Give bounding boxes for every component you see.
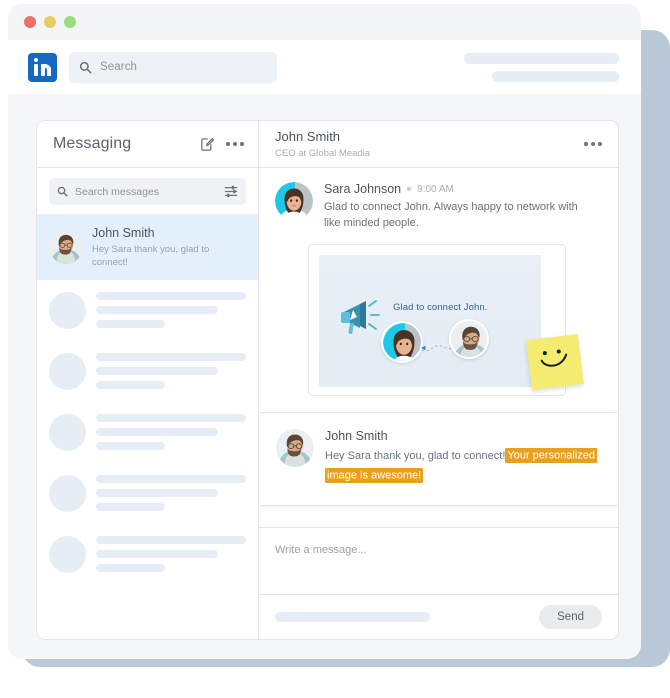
search-messages-placeholder: Search messages bbox=[75, 185, 160, 198]
conversation-snippet: Hey Sara thank you, glad to connect! bbox=[92, 244, 210, 268]
john-smith-avatar bbox=[449, 318, 489, 359]
navbar-placeholder-bar bbox=[492, 70, 619, 82]
message-text: Glad to connect John. Always happy to ne… bbox=[324, 201, 578, 229]
message-sender-name: John Smith bbox=[325, 428, 388, 443]
composer-placeholder-bar bbox=[275, 612, 430, 622]
browser-titlebar bbox=[8, 4, 641, 40]
message-meta: Sara Johnson 9:00 AM bbox=[324, 182, 602, 196]
list-item[interactable] bbox=[49, 291, 246, 329]
conversation-skeleton-list bbox=[37, 280, 258, 639]
john-smith-avatar bbox=[49, 229, 83, 264]
skeleton-lines bbox=[96, 353, 246, 390]
messaging-header: Messaging bbox=[37, 121, 258, 168]
minimize-window-button[interactable] bbox=[44, 16, 56, 28]
conversation-list-item-text: John Smith Hey Sara thank you, glad to c… bbox=[92, 225, 246, 269]
megaphone-icon bbox=[341, 299, 380, 334]
global-search-placeholder: Search bbox=[100, 61, 138, 73]
list-item[interactable] bbox=[49, 535, 246, 573]
sticky-note bbox=[526, 333, 584, 390]
skeleton-avatar bbox=[49, 413, 86, 451]
messaging-app-card: Messaging Search messages John Smith Hey… bbox=[36, 120, 619, 640]
thread-contact-name: John Smith bbox=[275, 129, 341, 145]
linkedin-navbar: Search bbox=[8, 40, 641, 94]
message-input[interactable]: Write a message... bbox=[259, 528, 618, 594]
messaging-header-actions bbox=[200, 137, 244, 152]
message-text: Hey Sara thank you, glad to connect! Your… bbox=[325, 447, 599, 486]
search-icon bbox=[79, 61, 92, 73]
skeleton-lines bbox=[96, 536, 246, 573]
message-composer: Write a message... Send bbox=[259, 527, 618, 639]
message-body: John Smith Hey Sara thank you, glad to c… bbox=[325, 429, 601, 486]
maximize-window-button[interactable] bbox=[64, 16, 76, 28]
message-sender-name: Sara Johnson bbox=[324, 182, 402, 196]
thread-contact-subtitle: CEO at Global Meadia bbox=[275, 147, 371, 159]
global-search-input[interactable]: Search bbox=[69, 51, 277, 83]
browser-window: Search Messaging Search messages John Sm… bbox=[8, 4, 641, 659]
attachment-image-card[interactable]: Glad to connect John. bbox=[308, 243, 584, 396]
thread-header-text: John Smith CEO at Global Meadia bbox=[275, 129, 370, 158]
skeleton-lines bbox=[96, 292, 246, 329]
message-sara-johnson: Sara Johnson 9:00 AM Glad to connect Joh… bbox=[259, 168, 618, 232]
attachment-headline: Glad to connect John. bbox=[393, 301, 488, 313]
skeleton-avatar bbox=[49, 352, 86, 390]
navbar-placeholder-bar bbox=[464, 52, 619, 64]
filter-sliders-icon[interactable] bbox=[224, 185, 238, 198]
navbar-placeholder-group bbox=[464, 52, 619, 82]
list-item[interactable] bbox=[49, 413, 246, 451]
compose-icon[interactable] bbox=[200, 137, 215, 152]
message-body: Sara Johnson 9:00 AM Glad to connect Joh… bbox=[324, 182, 602, 232]
conversation-search-wrapper: Search messages bbox=[37, 168, 258, 214]
meta-separator-dot bbox=[407, 187, 412, 191]
send-button[interactable]: Send bbox=[539, 605, 602, 629]
message-timestamp: 9:00 AM bbox=[417, 183, 454, 195]
more-options-icon[interactable] bbox=[584, 142, 602, 146]
skeleton-avatar bbox=[49, 291, 86, 329]
list-item[interactable] bbox=[49, 352, 246, 390]
search-messages-input[interactable]: Search messages bbox=[49, 178, 246, 205]
page-body: Messaging Search messages John Smith Hey… bbox=[8, 94, 641, 659]
smiley-face-icon bbox=[540, 349, 568, 367]
john-smith-avatar bbox=[276, 428, 314, 467]
attachment-canvas: Glad to connect John. bbox=[319, 254, 541, 387]
conversation-name: John Smith bbox=[92, 226, 155, 240]
sara-johnson-avatar bbox=[381, 320, 423, 363]
skeleton-lines bbox=[96, 475, 246, 512]
conversation-list-item-active[interactable]: John Smith Hey Sara thank you, glad to c… bbox=[37, 214, 258, 280]
message-input-placeholder: Write a message... bbox=[275, 544, 367, 556]
composer-toolbar: Send bbox=[259, 594, 618, 639]
thread-header: John Smith CEO at Global Meadia bbox=[259, 121, 618, 168]
message-john-smith-highlighted: John Smith Hey Sara thank you, glad to c… bbox=[260, 411, 617, 507]
skeleton-avatar bbox=[49, 535, 86, 573]
skeleton-avatar bbox=[49, 474, 86, 512]
message-text-plain: Hey Sara thank you, glad to connect! bbox=[325, 449, 506, 462]
close-window-button[interactable] bbox=[24, 16, 36, 28]
linkedin-logo[interactable] bbox=[28, 52, 57, 82]
message-thread: Sara Johnson 9:00 AM Glad to connect Joh… bbox=[259, 168, 618, 527]
page-title: Messaging bbox=[53, 135, 132, 152]
list-item[interactable] bbox=[49, 474, 246, 512]
skeleton-lines bbox=[96, 414, 246, 451]
sara-johnson-avatar bbox=[275, 182, 313, 220]
conversation-thread-panel: John Smith CEO at Global Meadia Sara Joh… bbox=[259, 121, 618, 639]
more-options-icon[interactable] bbox=[226, 142, 244, 146]
conversation-list-panel: Messaging Search messages John Smith Hey… bbox=[37, 121, 259, 639]
search-icon bbox=[57, 186, 68, 197]
